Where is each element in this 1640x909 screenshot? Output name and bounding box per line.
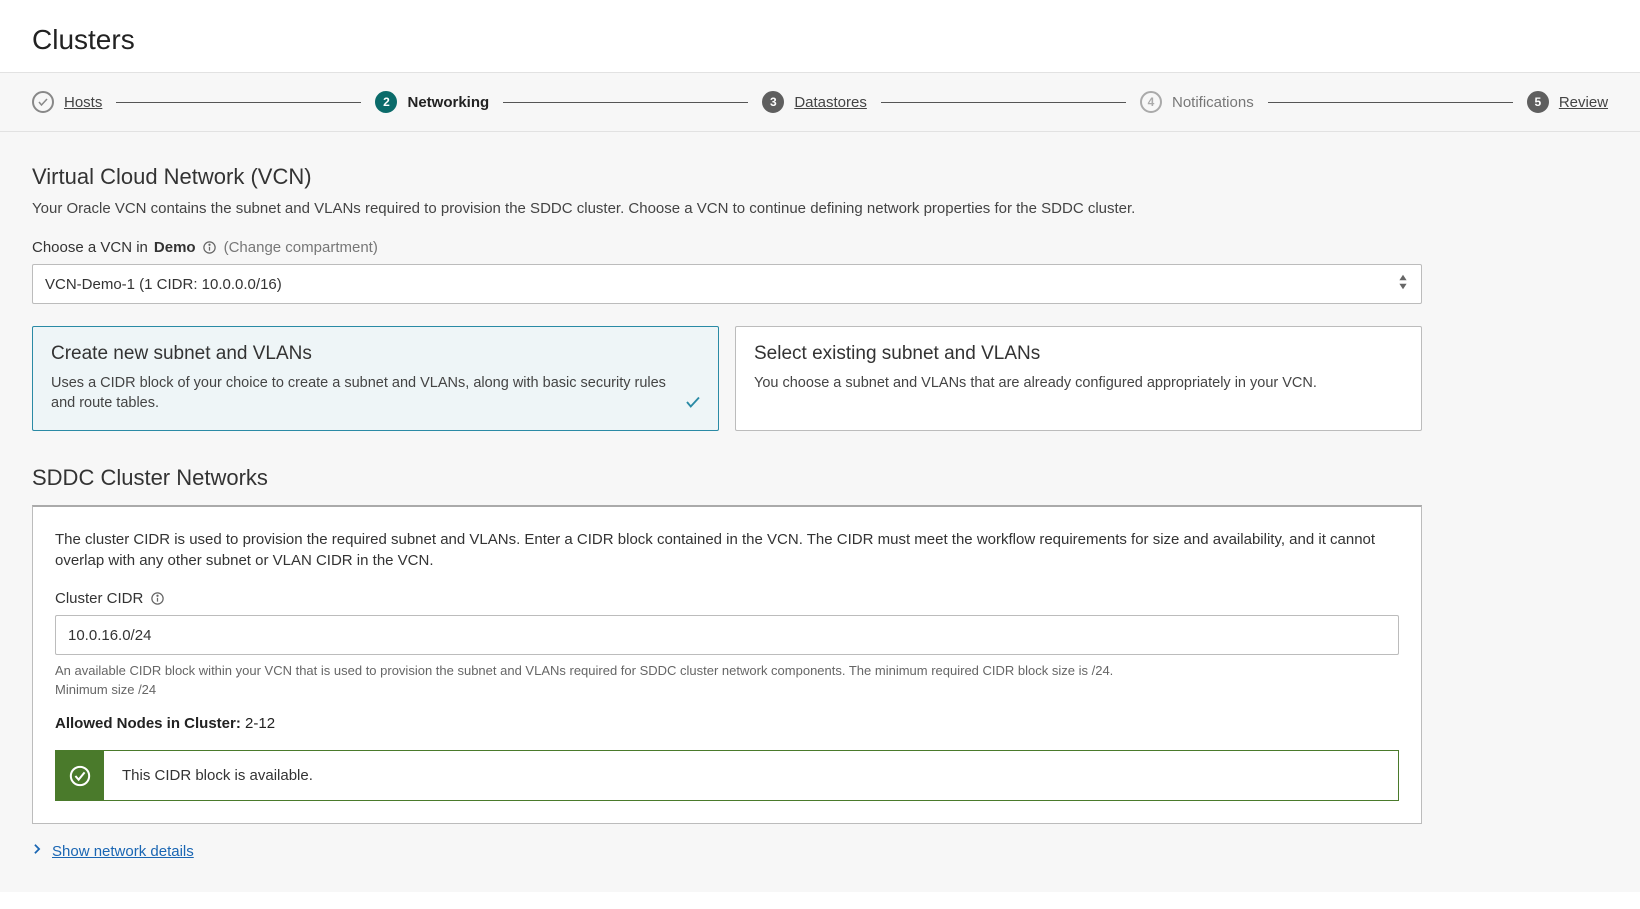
step-line (503, 102, 748, 103)
cluster-cidr-input[interactable] (55, 615, 1399, 655)
vcn-section-title: Virtual Cloud Network (VCN) (32, 164, 1608, 190)
vcn-choose-label: Choose a VCN in Demo (Change compartment… (32, 239, 1608, 256)
vcn-choose-prefix: Choose a VCN in (32, 239, 148, 256)
cluster-cidr-label-text: Cluster CIDR (55, 590, 143, 607)
details-link-text: Show network details (52, 843, 194, 860)
step-notifications-label: Notifications (1172, 94, 1254, 111)
show-network-details-link[interactable]: Show network details (32, 842, 1608, 860)
stepper: Hosts 2 Networking 3 Datastores 4 Notifi… (32, 91, 1608, 113)
vcn-select-value: VCN-Demo-1 (1 CIDR: 10.0.0.0/16) (45, 276, 282, 293)
step-networking[interactable]: 2 Networking (375, 91, 489, 113)
stepper-container: Hosts 2 Networking 3 Datastores 4 Notifi… (0, 72, 1640, 132)
sddc-section-title: SDDC Cluster Networks (32, 465, 1608, 491)
vcn-compartment-name: Demo (154, 239, 196, 256)
step-datastores[interactable]: 3 Datastores (762, 91, 867, 113)
step-datastores-label: Datastores (794, 94, 867, 111)
alert-text: This CIDR block is available. (104, 751, 1398, 800)
option-select-desc: You choose a subnet and VLANs that are a… (754, 373, 1403, 393)
check-icon (32, 91, 54, 113)
subnet-option-row: Create new subnet and VLANs Uses a CIDR … (32, 326, 1422, 431)
step-review-label: Review (1559, 94, 1608, 111)
info-icon[interactable] (202, 240, 218, 256)
option-select-title: Select existing subnet and VLANs (754, 343, 1403, 365)
step-hosts[interactable]: Hosts (32, 91, 102, 113)
step-line (1268, 102, 1513, 103)
step-number-icon: 4 (1140, 91, 1162, 113)
vcn-select[interactable]: VCN-Demo-1 (1 CIDR: 10.0.0.0/16) (32, 264, 1422, 304)
cidr-available-alert: This CIDR block is available. (55, 750, 1399, 801)
check-icon (684, 393, 702, 416)
option-create-subnet[interactable]: Create new subnet and VLANs Uses a CIDR … (32, 326, 719, 431)
allowed-nodes-value: 2-12 (241, 715, 275, 732)
step-number-icon: 5 (1527, 91, 1549, 113)
page-title: Clusters (0, 0, 1640, 72)
content-area: Virtual Cloud Network (VCN) Your Oracle … (0, 132, 1640, 892)
sddc-panel-desc: The cluster CIDR is used to provision th… (55, 529, 1399, 573)
option-select-subnet[interactable]: Select existing subnet and VLANs You cho… (735, 326, 1422, 431)
allowed-nodes-label: Allowed Nodes in Cluster: (55, 715, 241, 732)
cluster-cidr-label: Cluster CIDR (55, 590, 1399, 607)
step-line (881, 102, 1126, 103)
cluster-cidr-min: Minimum size /24 (55, 682, 1399, 697)
step-hosts-label: Hosts (64, 94, 102, 111)
option-create-desc: Uses a CIDR block of your choice to crea… (51, 373, 700, 414)
vcn-section-desc: Your Oracle VCN contains the subnet and … (32, 200, 1608, 217)
success-icon (56, 751, 104, 800)
info-icon[interactable] (149, 591, 165, 607)
step-review[interactable]: 5 Review (1527, 91, 1608, 113)
step-number-icon: 3 (762, 91, 784, 113)
updown-icon (1397, 273, 1409, 295)
step-line (116, 102, 361, 103)
chevron-right-icon (32, 842, 42, 860)
page-root: Clusters Hosts 2 Networking 3 Datastores… (0, 0, 1640, 892)
change-compartment-link[interactable]: (Change compartment) (224, 239, 378, 256)
allowed-nodes-row: Allowed Nodes in Cluster: 2-12 (55, 715, 1399, 732)
step-notifications[interactable]: 4 Notifications (1140, 91, 1254, 113)
cluster-cidr-help: An available CIDR block within your VCN … (55, 663, 1399, 678)
step-networking-label: Networking (407, 94, 489, 111)
step-number-icon: 2 (375, 91, 397, 113)
option-create-title: Create new subnet and VLANs (51, 343, 700, 365)
sddc-panel: The cluster CIDR is used to provision th… (32, 505, 1422, 825)
